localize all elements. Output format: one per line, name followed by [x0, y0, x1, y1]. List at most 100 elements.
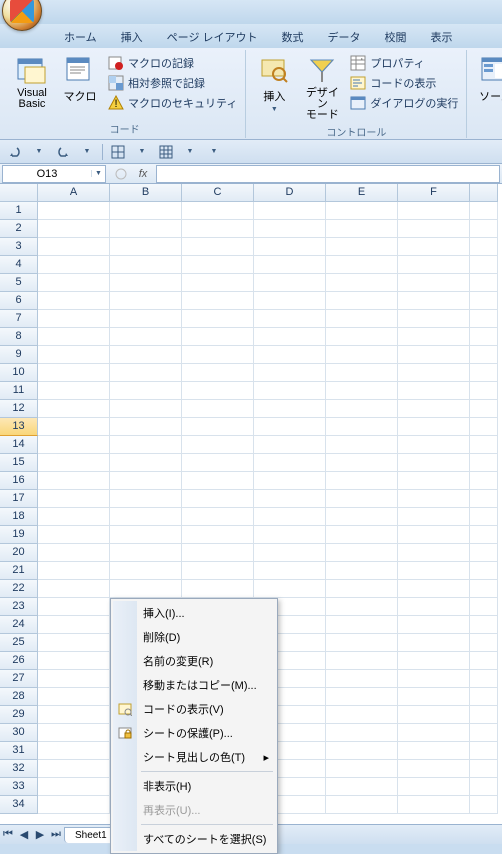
column-header[interactable]: B: [110, 184, 182, 202]
row-header[interactable]: 15: [0, 454, 38, 472]
row-header[interactable]: 33: [0, 778, 38, 796]
cell[interactable]: [326, 742, 398, 760]
row-header[interactable]: 13: [0, 418, 38, 436]
cell[interactable]: [38, 202, 110, 220]
cell[interactable]: [326, 724, 398, 742]
cell[interactable]: [182, 490, 254, 508]
cell[interactable]: [110, 364, 182, 382]
cell[interactable]: [326, 634, 398, 652]
first-sheet-button[interactable]: ⏮: [0, 827, 16, 843]
cell[interactable]: [110, 490, 182, 508]
last-sheet-button[interactable]: ⏭: [48, 827, 64, 843]
tab-page-layout[interactable]: ページ レイアウト: [155, 25, 270, 48]
cell[interactable]: [326, 652, 398, 670]
cell[interactable]: [38, 508, 110, 526]
cell[interactable]: [254, 508, 326, 526]
cell[interactable]: [398, 418, 470, 436]
qat-btn-2[interactable]: [157, 143, 175, 161]
cell[interactable]: [398, 436, 470, 454]
row-header[interactable]: 30: [0, 724, 38, 742]
cell[interactable]: [326, 346, 398, 364]
cell[interactable]: [38, 274, 110, 292]
ctx-select-all-sheets[interactable]: すべてのシートを選択(S): [113, 827, 275, 851]
cell[interactable]: [182, 508, 254, 526]
cell[interactable]: [398, 382, 470, 400]
cell[interactable]: [326, 778, 398, 796]
cell[interactable]: [398, 400, 470, 418]
cell[interactable]: [38, 238, 110, 256]
cell[interactable]: [38, 382, 110, 400]
qat-dd-1[interactable]: ▼: [133, 143, 151, 161]
cell[interactable]: [398, 454, 470, 472]
ctx-move-copy[interactable]: 移動またはコピー(M)...: [113, 673, 275, 697]
cell[interactable]: [182, 418, 254, 436]
cell[interactable]: [254, 256, 326, 274]
cell[interactable]: [326, 562, 398, 580]
row-header[interactable]: 22: [0, 580, 38, 598]
cell[interactable]: [398, 616, 470, 634]
cell[interactable]: [398, 526, 470, 544]
cell[interactable]: [398, 544, 470, 562]
cell[interactable]: [38, 616, 110, 634]
cell[interactable]: [254, 526, 326, 544]
cell[interactable]: [326, 238, 398, 256]
row-header[interactable]: 14: [0, 436, 38, 454]
row-header[interactable]: 21: [0, 562, 38, 580]
qat-btn-1[interactable]: [109, 143, 127, 161]
cell[interactable]: [326, 670, 398, 688]
cell[interactable]: [398, 706, 470, 724]
cell[interactable]: [254, 274, 326, 292]
cell[interactable]: [38, 526, 110, 544]
cell[interactable]: [398, 670, 470, 688]
cell[interactable]: [38, 724, 110, 742]
formula-input[interactable]: [156, 165, 500, 183]
cell[interactable]: [38, 454, 110, 472]
tab-review[interactable]: 校閲: [373, 25, 419, 48]
cell[interactable]: [254, 472, 326, 490]
row-header[interactable]: 29: [0, 706, 38, 724]
cell[interactable]: [38, 760, 110, 778]
cell[interactable]: [182, 256, 254, 274]
cell[interactable]: [182, 292, 254, 310]
cell[interactable]: [182, 382, 254, 400]
cell[interactable]: [110, 454, 182, 472]
cell[interactable]: [398, 562, 470, 580]
row-header[interactable]: 16: [0, 472, 38, 490]
cell[interactable]: [110, 292, 182, 310]
next-sheet-button[interactable]: ▶: [32, 827, 48, 843]
cell[interactable]: [110, 328, 182, 346]
source-button[interactable]: ソース: [473, 52, 502, 138]
cell[interactable]: [254, 490, 326, 508]
ctx-protect-sheet[interactable]: シートの保護(P)...: [113, 721, 275, 745]
cell[interactable]: [326, 328, 398, 346]
row-header[interactable]: 28: [0, 688, 38, 706]
cell[interactable]: [110, 418, 182, 436]
cell[interactable]: [254, 400, 326, 418]
record-macro-button[interactable]: マクロの記録: [106, 54, 239, 72]
row-header[interactable]: 8: [0, 328, 38, 346]
cell[interactable]: [326, 292, 398, 310]
column-header[interactable]: A: [38, 184, 110, 202]
cell[interactable]: [38, 310, 110, 328]
cell[interactable]: [326, 436, 398, 454]
cell[interactable]: [398, 346, 470, 364]
ctx-view-code[interactable]: コードの表示(V): [113, 697, 275, 721]
cell[interactable]: [38, 364, 110, 382]
cell[interactable]: [254, 328, 326, 346]
cell[interactable]: [326, 688, 398, 706]
cell[interactable]: [398, 364, 470, 382]
row-header[interactable]: 9: [0, 346, 38, 364]
ctx-rename[interactable]: 名前の変更(R): [113, 649, 275, 673]
cell[interactable]: [38, 688, 110, 706]
cell[interactable]: [398, 472, 470, 490]
tab-insert[interactable]: 挿入: [109, 25, 155, 48]
column-header[interactable]: D: [254, 184, 326, 202]
cell[interactable]: [110, 400, 182, 418]
cell[interactable]: [326, 490, 398, 508]
row-header[interactable]: 18: [0, 508, 38, 526]
cell[interactable]: [182, 436, 254, 454]
row-header[interactable]: 6: [0, 292, 38, 310]
ctx-tab-color[interactable]: シート見出しの色(T)▸: [113, 745, 275, 769]
cell[interactable]: [326, 472, 398, 490]
cell[interactable]: [38, 562, 110, 580]
